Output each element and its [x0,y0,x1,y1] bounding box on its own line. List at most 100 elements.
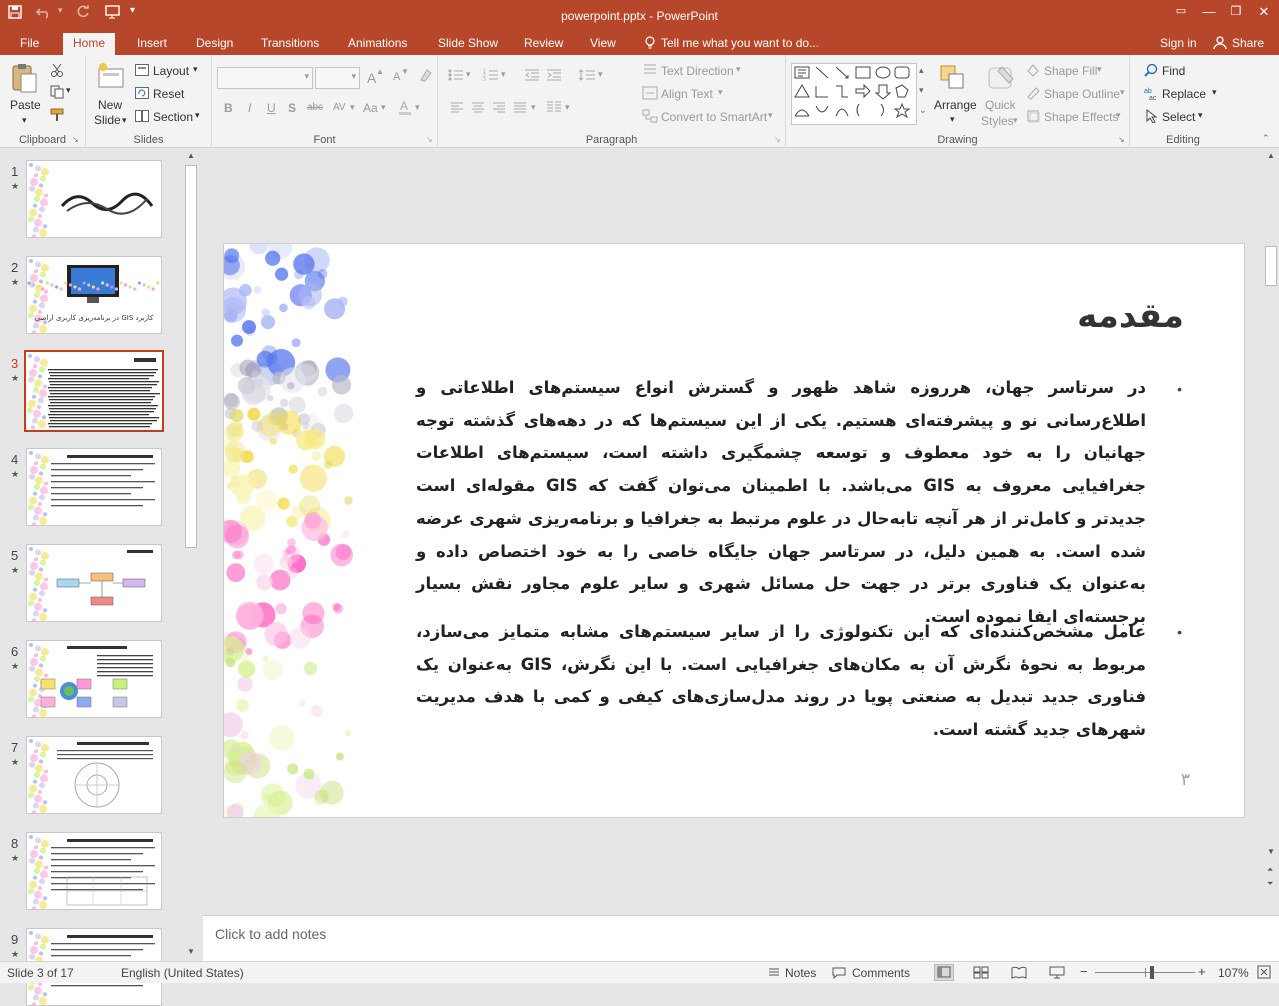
align-left-icon[interactable] [450,102,464,117]
tell-me-search[interactable]: Tell me what you want to do... [661,36,819,50]
grow-font-button[interactable]: A [367,70,376,86]
align-right-icon[interactable] [492,102,506,117]
editor-scrollbar[interactable]: ▲ ▼ ⏶ ⏷ [1263,149,1279,915]
slide-thumbnail-pane[interactable]: 1 ★ 2 ★ کاربرد GIS در برنامه‌ریزی کاربری ارا… [0,149,200,1006]
dialog-launcher-icon[interactable]: ↘ [72,135,79,144]
bold-button[interactable]: B [224,101,233,115]
shapes-scroll-down-icon[interactable]: ▾ [919,85,924,96]
line-spacing-icon[interactable] [578,69,596,84]
section-dropdown-icon[interactable]: ▾ [195,110,200,121]
replace-button[interactable]: Replace [1162,87,1206,101]
shapes-gallery[interactable] [791,63,917,125]
layout-dropdown-icon[interactable]: ▾ [193,64,198,75]
text-direction-icon[interactable] [642,63,658,80]
change-case-dropdown-icon[interactable]: ▾ [381,102,386,113]
quick-styles-button[interactable]: Quick [985,98,1016,112]
reading-view-icon[interactable] [1011,966,1027,982]
shape-fill-icon[interactable] [1026,63,1040,80]
shape-fill-button[interactable]: Shape Fill [1044,64,1097,78]
tab-home[interactable]: Home [63,33,116,55]
zoom-slider[interactable] [1095,966,1195,979]
tab-file[interactable]: File [20,36,39,50]
close-icon[interactable]: ✕ [1251,4,1277,20]
quick-styles-icon[interactable] [986,63,1016,93]
drawing-dialog-launcher-icon[interactable]: ↘ [1118,135,1125,144]
tab-insert[interactable]: Insert [137,36,167,50]
text-direction-dropdown-icon[interactable]: ▾ [736,64,741,75]
slide-sorter-icon[interactable] [973,966,989,982]
layout-icon[interactable] [135,64,149,79]
fit-slide-icon[interactable] [1257,965,1271,982]
decrease-indent-icon[interactable] [524,69,540,84]
notes-icon[interactable] [768,967,780,981]
next-slide-icon[interactable]: ⏷ [1267,879,1273,889]
font-name-combo[interactable]: ▾ [217,67,313,89]
paste-button[interactable]: Paste [10,98,41,112]
numbering-icon[interactable]: 123 [483,69,499,84]
find-button[interactable]: Find [1162,64,1185,78]
slide-thumbnail-6[interactable] [26,640,162,718]
paste-dropdown-icon[interactable]: ▾ [22,115,27,126]
slide-thumbnail-2[interactable]: کاربرد GIS در برنامه‌ریزی کاربری اراضی [26,256,162,334]
reset-icon[interactable] [135,87,149,102]
slide-thumbnail-3[interactable] [24,350,164,432]
smartart-dropdown-icon[interactable]: ▾ [768,110,773,121]
paragraph-dialog-launcher-icon[interactable]: ↘ [774,135,781,144]
thumb-scroll-down-icon[interactable]: ▼ [187,947,195,956]
slide-thumbnail-4[interactable] [26,448,162,526]
thumbnail-scrollbar[interactable]: ▲ ▼ [183,149,199,961]
share-button[interactable]: Share [1232,36,1264,50]
character-spacing-button[interactable]: AV [333,102,346,113]
arrange-icon[interactable] [938,63,968,93]
slide-thumbnail-7[interactable] [26,736,162,814]
zoom-percent[interactable]: 107% [1218,966,1249,980]
copy-dropdown-icon[interactable]: ▾ [66,85,71,96]
shrink-font-button[interactable]: A [393,71,400,83]
font-dialog-launcher-icon[interactable]: ↘ [426,135,433,144]
shape-effects-dropdown-icon[interactable]: ▾ [1116,110,1121,121]
reset-button[interactable]: Reset [153,87,184,101]
slide-title[interactable]: مقدمه [1077,296,1184,336]
shapes-scroll-up-icon[interactable]: ▴ [919,65,924,76]
section-button[interactable]: Section [153,110,193,124]
quick-styles-dropdown-icon[interactable]: ▾ [1013,115,1018,126]
slide-paragraph-1[interactable]: در سرتاسر جهان، هرروزه شاهد ظهور و گسترش… [416,372,1146,634]
zoom-in-icon[interactable]: + [1198,964,1206,979]
editor-scroll-thumb[interactable] [1265,246,1277,286]
shape-fill-dropdown-icon[interactable]: ▾ [1097,64,1102,75]
current-slide[interactable]: مقدمه • در سرتاسر جهان، هرروزه شاهد ظهور… [223,243,1245,818]
replace-dropdown-icon[interactable]: ▾ [1212,87,1217,98]
copy-icon[interactable] [50,85,64,102]
replace-icon[interactable]: ab ac [1144,86,1158,103]
share-icon[interactable] [1213,36,1227,52]
find-icon[interactable] [1144,63,1158,80]
bullets-dropdown-icon[interactable]: ▾ [466,69,471,80]
font-size-dropdown-icon[interactable]: ▾ [351,71,356,82]
tab-slideshow[interactable]: Slide Show [438,36,498,50]
language-indicator[interactable]: English (United States) [121,966,244,980]
tab-transitions[interactable]: Transitions [261,36,319,50]
justify-dropdown-icon[interactable]: ▾ [531,102,536,113]
quick-styles-button-line2[interactable]: Styles [981,114,1014,128]
slide-show-icon[interactable] [1049,966,1065,982]
sign-in-link[interactable]: Sign in [1160,36,1197,50]
zoom-out-icon[interactable]: − [1080,964,1088,979]
clear-formatting-icon[interactable] [418,68,432,85]
arrange-dropdown-icon[interactable]: ▾ [950,114,955,125]
collapse-ribbon-icon[interactable]: ⌃ [1262,133,1270,144]
select-dropdown-icon[interactable]: ▾ [1198,110,1203,121]
increase-indent-icon[interactable] [546,69,562,84]
shape-outline-button[interactable]: Shape Outline [1044,87,1120,101]
change-case-button[interactable]: Aa [363,101,378,115]
new-slide-icon[interactable] [96,61,126,91]
smartart-icon[interactable] [642,109,658,126]
tab-view[interactable]: View [590,36,616,50]
shadow-button[interactable]: S [288,101,296,115]
restore-icon[interactable]: ❐ [1223,4,1249,18]
align-text-dropdown-icon[interactable]: ▾ [718,87,723,98]
tab-review[interactable]: Review [524,36,563,50]
slide-thumbnail-1[interactable] [26,160,162,238]
arrange-button[interactable]: Arrange [934,98,977,112]
shape-outline-dropdown-icon[interactable]: ▾ [1120,87,1125,98]
strikethrough-button[interactable]: abc [307,102,323,113]
